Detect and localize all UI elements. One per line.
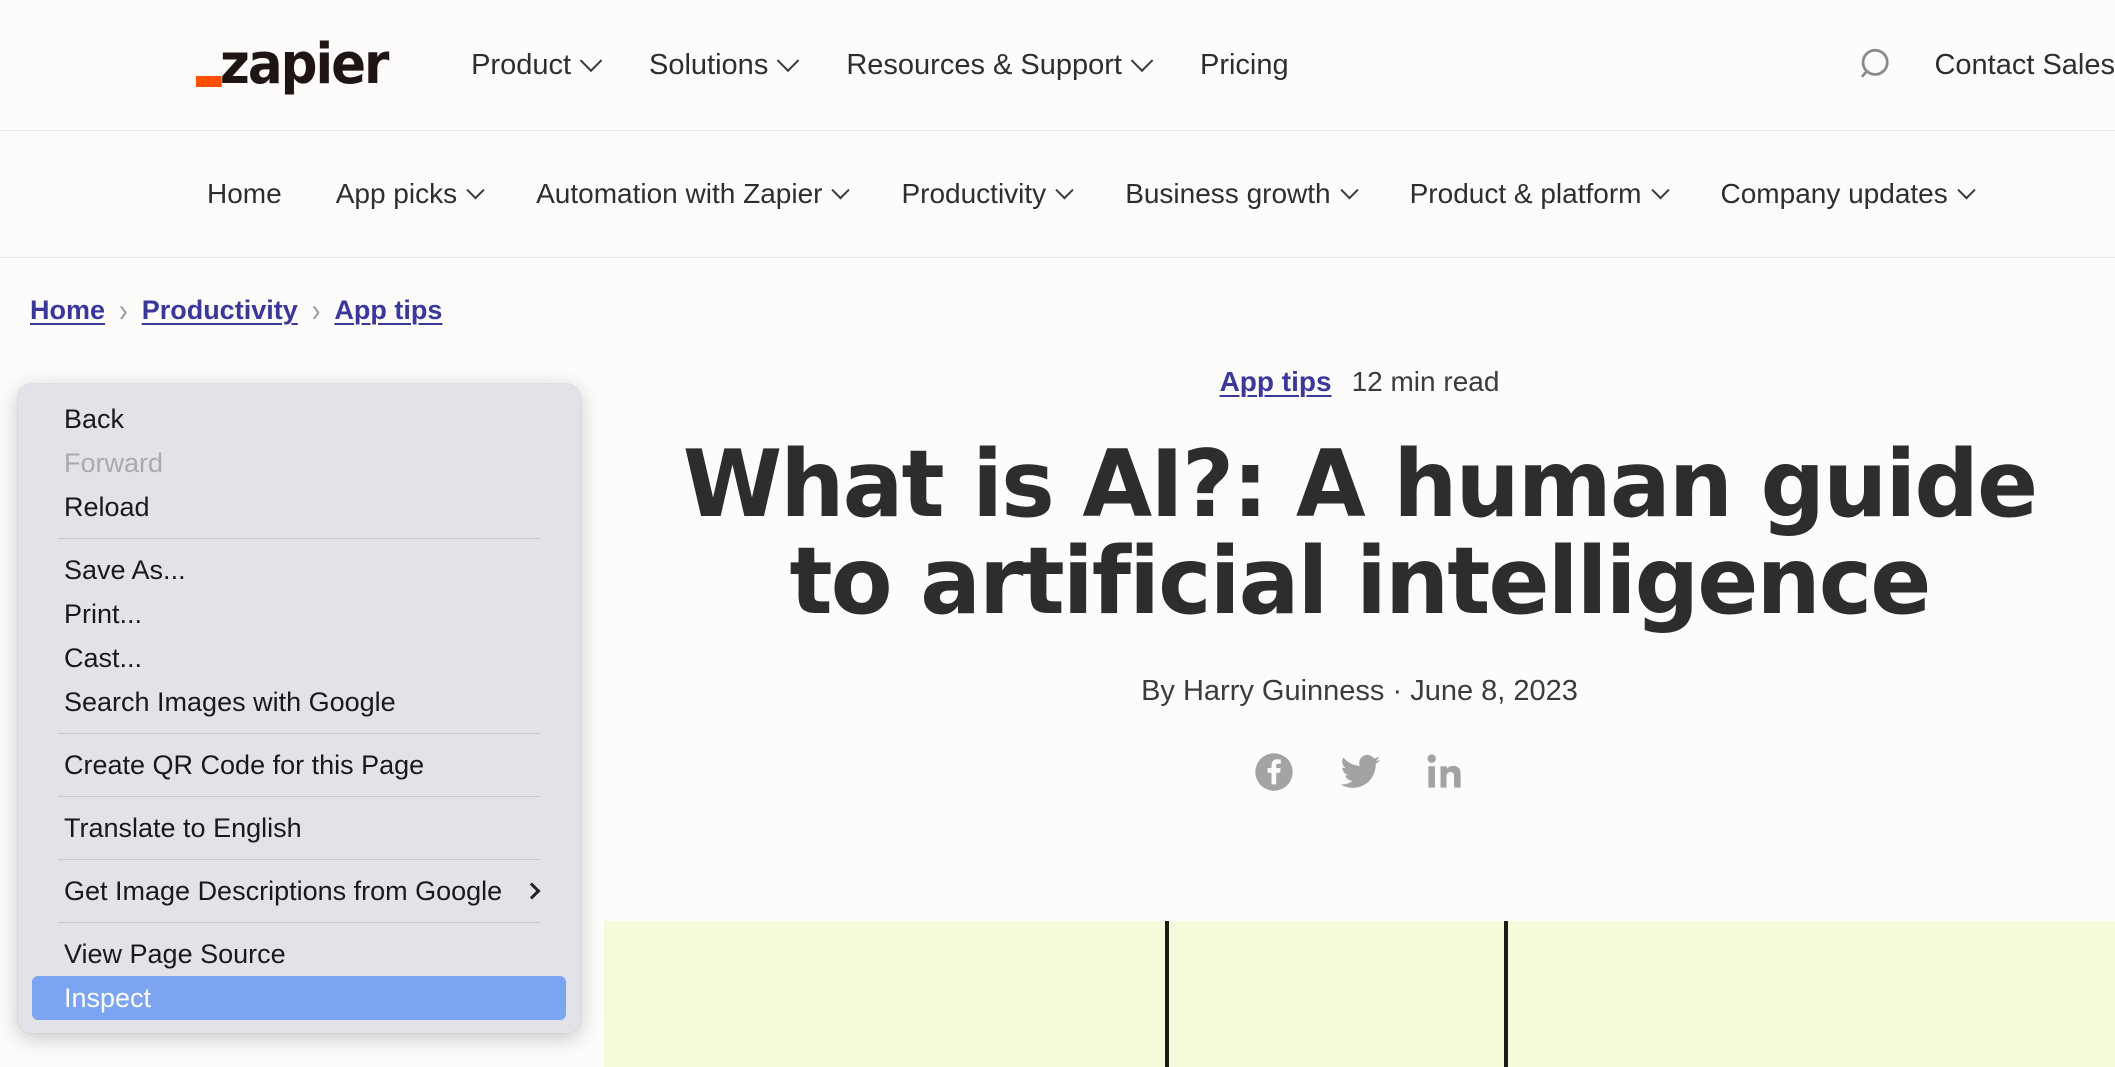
sec-nav-business-growth-label: Business growth: [1125, 178, 1331, 209]
context-menu-separator: [58, 796, 540, 797]
chevron-down-icon: [831, 180, 851, 199]
context-menu-item-forward: Forward: [64, 447, 164, 478]
sec-nav-automation-label: Automation with Zapier: [536, 178, 823, 209]
sidebar-item-productivity[interactable]: Productivity: [874, 170, 1098, 218]
chevron-down-icon: [1130, 49, 1154, 73]
sec-nav-app-picks-label: App picks: [335, 178, 458, 209]
sec-nav-product-platform-label: Product & platform: [1409, 178, 1642, 209]
primary-nav-links: Product Solutions Resources & Support Pr…: [446, 39, 1314, 92]
nav-item-pricing-label: Pricing: [1199, 48, 1289, 81]
nav-item-solutions[interactable]: Solutions: [624, 39, 821, 92]
sidebar-item-automation-with-zapier[interactable]: Automation with Zapier: [509, 170, 874, 218]
logo-dash-mark: [196, 76, 222, 87]
hero-divider-line: [1504, 921, 1508, 1067]
chevron-down-icon: [1339, 180, 1359, 199]
logo-wordmark: zapier: [196, 37, 389, 93]
article-meta: App tips 12 min read: [604, 366, 2115, 398]
breadcrumb: Home › Productivity › App tips: [30, 291, 442, 329]
sidebar-item-home[interactable]: Home: [180, 170, 309, 218]
nav-item-pricing[interactable]: Pricing: [1175, 39, 1314, 92]
chevron-down-icon: [579, 49, 603, 73]
browser-page: zapier Product Solutions Resources & Sup…: [0, 0, 2115, 1067]
secondary-navigation-bar: Home App picks Automation with Zapier Pr…: [0, 131, 2115, 258]
context-menu-item-back[interactable]: Back: [18, 397, 580, 441]
article-header: App tips 12 min read What is AI?: A huma…: [604, 366, 2115, 796]
header-right-actions: Contact Sales: [1842, 0, 2115, 131]
facebook-share-button[interactable]: [1250, 748, 1298, 796]
context-menu-item-create-qr-code[interactable]: Create QR Code for this Page: [18, 743, 580, 787]
chevron-down-icon: [466, 180, 485, 199]
sidebar-item-business-growth[interactable]: Business growth: [1098, 170, 1382, 218]
context-menu-item-translate-to-english[interactable]: Translate to English: [18, 806, 580, 850]
breadcrumb-item-productivity[interactable]: Productivity: [142, 295, 298, 326]
search-icon: [1861, 48, 1890, 77]
context-menu-item-save-as[interactable]: Save As...: [18, 548, 580, 592]
sec-nav-company-updates-label: Company updates: [1720, 178, 1948, 209]
context-menu-item-search-images-with-google[interactable]: Search Images with Google: [18, 680, 580, 724]
nav-item-product-label: Product: [471, 48, 572, 81]
logo-text: zapier: [219, 32, 390, 97]
nav-item-product[interactable]: Product: [446, 39, 624, 92]
context-menu-item-view-page-source[interactable]: View Page Source: [18, 932, 580, 976]
nav-item-resources-support[interactable]: Resources & Support: [821, 39, 1175, 92]
context-menu-separator: [58, 859, 540, 860]
context-menu-separator: [58, 733, 540, 734]
primary-navigation-bar: zapier Product Solutions Resources & Sup…: [0, 0, 2115, 131]
sidebar-item-product-platform[interactable]: Product & platform: [1383, 170, 1694, 218]
contact-sales-link[interactable]: Contact Sales: [1912, 49, 2115, 82]
breadcrumb-item-app-tips[interactable]: App tips: [334, 295, 442, 326]
twitter-share-button[interactable]: [1336, 748, 1384, 796]
search-button[interactable]: [1842, 31, 1912, 101]
nav-item-solutions-label: Solutions: [649, 48, 769, 81]
breadcrumb-separator: ›: [311, 291, 321, 329]
linkedin-share-icon: [1426, 754, 1461, 789]
browser-context-menu: Back Forward Reload Save As... Print... …: [18, 384, 580, 1033]
facebook-share-icon: [1254, 753, 1293, 792]
context-menu-item-reload[interactable]: Reload: [18, 485, 580, 529]
sec-nav-productivity-label: Productivity: [901, 178, 1047, 209]
article-category-link[interactable]: App tips: [1220, 366, 1332, 398]
context-menu-separator: [58, 538, 540, 539]
context-menu-item-cast[interactable]: Cast...: [18, 636, 580, 680]
context-menu-separator: [58, 922, 540, 923]
chevron-right-icon: [523, 882, 541, 900]
article-hero-image: [604, 921, 2115, 1067]
context-menu-item-get-image-descriptions-label: Get Image Descriptions from Google: [64, 875, 503, 906]
article-byline: By Harry Guinness · June 8, 2023: [1141, 675, 1578, 708]
linkedin-share-button[interactable]: [1422, 748, 1470, 796]
chevron-down-icon: [1055, 180, 1074, 199]
zapier-logo[interactable]: zapier: [196, 29, 404, 101]
chevron-down-icon: [1650, 180, 1670, 199]
twitter-share-icon: [1340, 755, 1380, 789]
hero-divider-line: [1165, 921, 1169, 1067]
social-share-row: [604, 748, 2115, 796]
context-menu-item-inspect[interactable]: Inspect: [32, 976, 566, 1020]
sidebar-item-app-picks[interactable]: App picks: [309, 170, 509, 218]
breadcrumb-separator: ›: [119, 291, 128, 329]
breadcrumb-item-home[interactable]: Home: [30, 295, 105, 326]
sidebar-item-company-updates[interactable]: Company updates: [1694, 170, 2000, 218]
nav-item-resources-support-label: Resources & Support: [846, 48, 1122, 81]
context-menu-item-print[interactable]: Print...: [18, 592, 580, 636]
page-title: What is AI?: A human guide to artificial…: [682, 430, 2038, 635]
sec-nav-home-label: Home: [207, 178, 282, 209]
chevron-down-icon: [1957, 180, 1976, 199]
article-read-time: 12 min read: [1351, 366, 1500, 397]
context-menu-item-get-image-descriptions[interactable]: Get Image Descriptions from Google: [18, 869, 580, 913]
chevron-down-icon: [777, 49, 800, 73]
